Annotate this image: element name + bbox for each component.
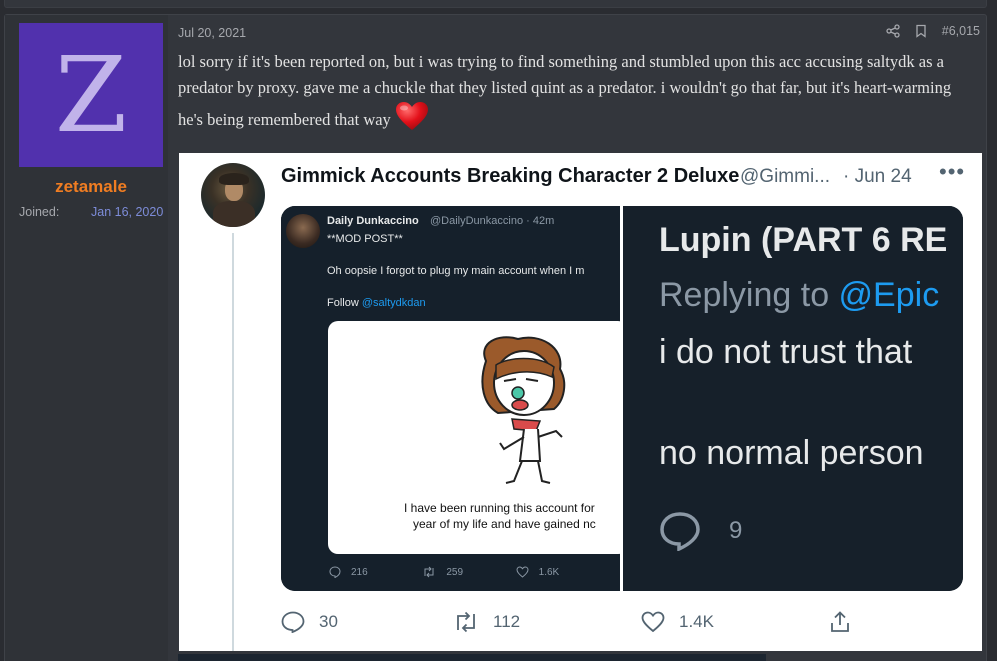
previous-post-footer [4, 0, 987, 8]
media-follow-link: @saltydkdan [361, 297, 426, 309]
post-body: lol sorry if it's been reported on, but … [178, 49, 978, 139]
share-tweet-button[interactable] [829, 611, 851, 633]
reply-icon [660, 512, 700, 551]
media-right-text-line-1: i do not trust that [659, 333, 913, 371]
reply-icon [281, 611, 305, 633]
like-icon [641, 611, 665, 633]
post-date[interactable]: Jul 20, 2021 [178, 26, 246, 40]
upload-share-icon [831, 611, 849, 632]
tweet-actions: 30 112 1.4K [281, 611, 981, 641]
red-heart-icon [395, 101, 429, 139]
tweet-author-name[interactable]: Gimmick Accounts Breaking Character 2 De… [281, 165, 739, 188]
media-retweet-value: 259 [446, 566, 464, 578]
comic-caption-line-2: year of my life and have gained nc [413, 517, 596, 531]
replying-handle: @Epic [838, 276, 940, 314]
tweet-author-handle[interactable]: @Gimmi... [740, 166, 830, 188]
reply-icon [329, 566, 341, 578]
comic-caption-line-1: I have been running this account for [404, 501, 595, 515]
tweet-date[interactable]: · Jun 24 [843, 166, 912, 188]
share-icon[interactable] [886, 24, 900, 38]
username[interactable]: zetamale [5, 177, 177, 197]
replying-prefix: Replying to [659, 276, 839, 314]
media-follow-prefix: Follow [327, 297, 362, 309]
embedded-tweet[interactable]: Gimmick Accounts Breaking Character 2 De… [179, 153, 982, 651]
post-content: Jul 20, 2021 #6,015 lol sorry if it's be… [168, 15, 986, 661]
media-comic-card: I have been running this account for yea… [328, 321, 628, 554]
media-right-author: Lupin (PART 6 RE [659, 221, 948, 259]
joined-date: Jan 16, 2020 [91, 205, 164, 219]
media-like-count: 1.6K [516, 566, 609, 578]
media-stats: 216 259 1.6K [329, 566, 609, 578]
post-user-sidebar: Z zetamale Joined: Jan 16, 2020 [5, 15, 168, 661]
avatar[interactable]: Z [19, 23, 163, 167]
thread-line [232, 233, 234, 651]
media-text-line: Oh oopsie I forgot to plug my main accou… [327, 265, 585, 277]
retweet-icon [424, 566, 434, 578]
media-right-text-line-2: no normal person [659, 434, 924, 472]
media-author-name: Daily Dunkaccino [327, 215, 419, 227]
media-right-reply-value: 9 [729, 517, 743, 544]
tweet-media[interactable]: Daily Dunkaccino @DailyDunkaccino · 42m … [281, 206, 963, 591]
joined-label: Joined: [19, 205, 60, 219]
post-actions: #6,015 [886, 24, 980, 38]
media-reply-value: 216 [351, 566, 368, 578]
media-retweet-count: 259 [422, 566, 515, 578]
like-icon [516, 566, 529, 578]
reply-count: 30 [319, 612, 338, 631]
media-mod-post: **MOD POST** [327, 233, 403, 245]
retweet-icon [457, 611, 475, 633]
next-embed-edge [178, 654, 766, 661]
media-right-reply-count: 9 [659, 511, 742, 551]
tweet-author-avatar[interactable] [201, 163, 265, 227]
media-screenshot-left: Daily Dunkaccino @DailyDunkaccino · 42m … [281, 206, 628, 591]
more-options-icon[interactable]: ••• [939, 159, 965, 185]
previous-post-edge [0, 0, 997, 10]
media-screenshot-right: Lupin (PART 6 RE Replying to @Epic i do … [623, 206, 963, 591]
bookmark-icon[interactable] [914, 24, 928, 38]
like-button[interactable]: 1.4K [641, 611, 714, 633]
forum-post: Z zetamale Joined: Jan 16, 2020 Jul 20, … [4, 14, 987, 661]
retweet-button[interactable]: 112 [453, 611, 520, 633]
media-follow-line: Follow @saltydkdan [327, 297, 426, 309]
reply-button[interactable]: 30 [281, 611, 338, 633]
media-like-value: 1.6K [538, 566, 560, 578]
post-text: lol sorry if it's been reported on, but … [178, 52, 952, 129]
media-avatar [286, 214, 320, 248]
media-reply-count: 216 [329, 566, 422, 578]
post-number[interactable]: #6,015 [942, 24, 980, 38]
avatar-letter: Z [54, 34, 128, 156]
like-count: 1.4K [679, 612, 714, 631]
media-author-handle: @DailyDunkaccino · 42m [430, 215, 555, 227]
retweet-count: 112 [493, 612, 521, 631]
media-right-replying: Replying to @Epic [659, 276, 939, 315]
cartoon-character-illustration [481, 336, 566, 484]
